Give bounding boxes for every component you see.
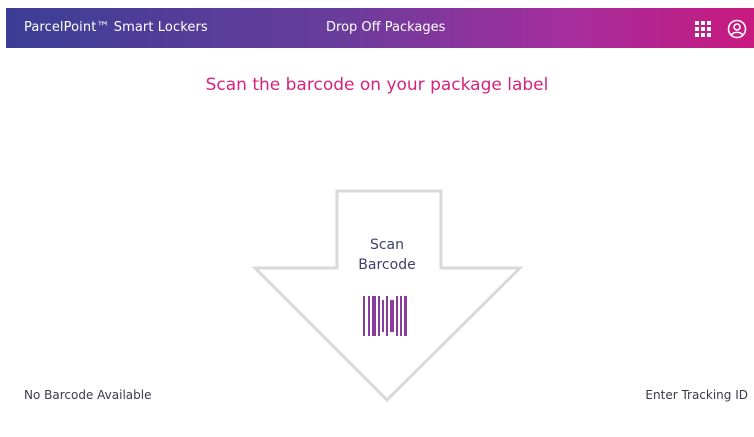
page-title: Drop Off Packages (326, 20, 446, 35)
app-header: ParcelPoint™ Smart Lockers Drop Off Pack… (6, 8, 754, 48)
scan-instruction: Scan the barcode on your package label (205, 75, 549, 95)
scan-barcode-label-line1: Scan (369, 237, 405, 253)
drop-off-screen: ParcelPoint™ Smart Lockers Drop Off Pack… (0, 0, 754, 437)
scan-barcode-label-line2: Barcode (358, 257, 416, 273)
no-barcode-available-link[interactable]: No Barcode Available (24, 388, 151, 402)
grid-apps-icon[interactable] (694, 20, 712, 38)
enter-tracking-id-link[interactable]: Enter Tracking ID (645, 388, 748, 402)
app-title: ParcelPoint™ Smart Lockers (24, 20, 208, 35)
barcode-icon (363, 296, 407, 336)
user-account-icon[interactable] (727, 19, 747, 39)
